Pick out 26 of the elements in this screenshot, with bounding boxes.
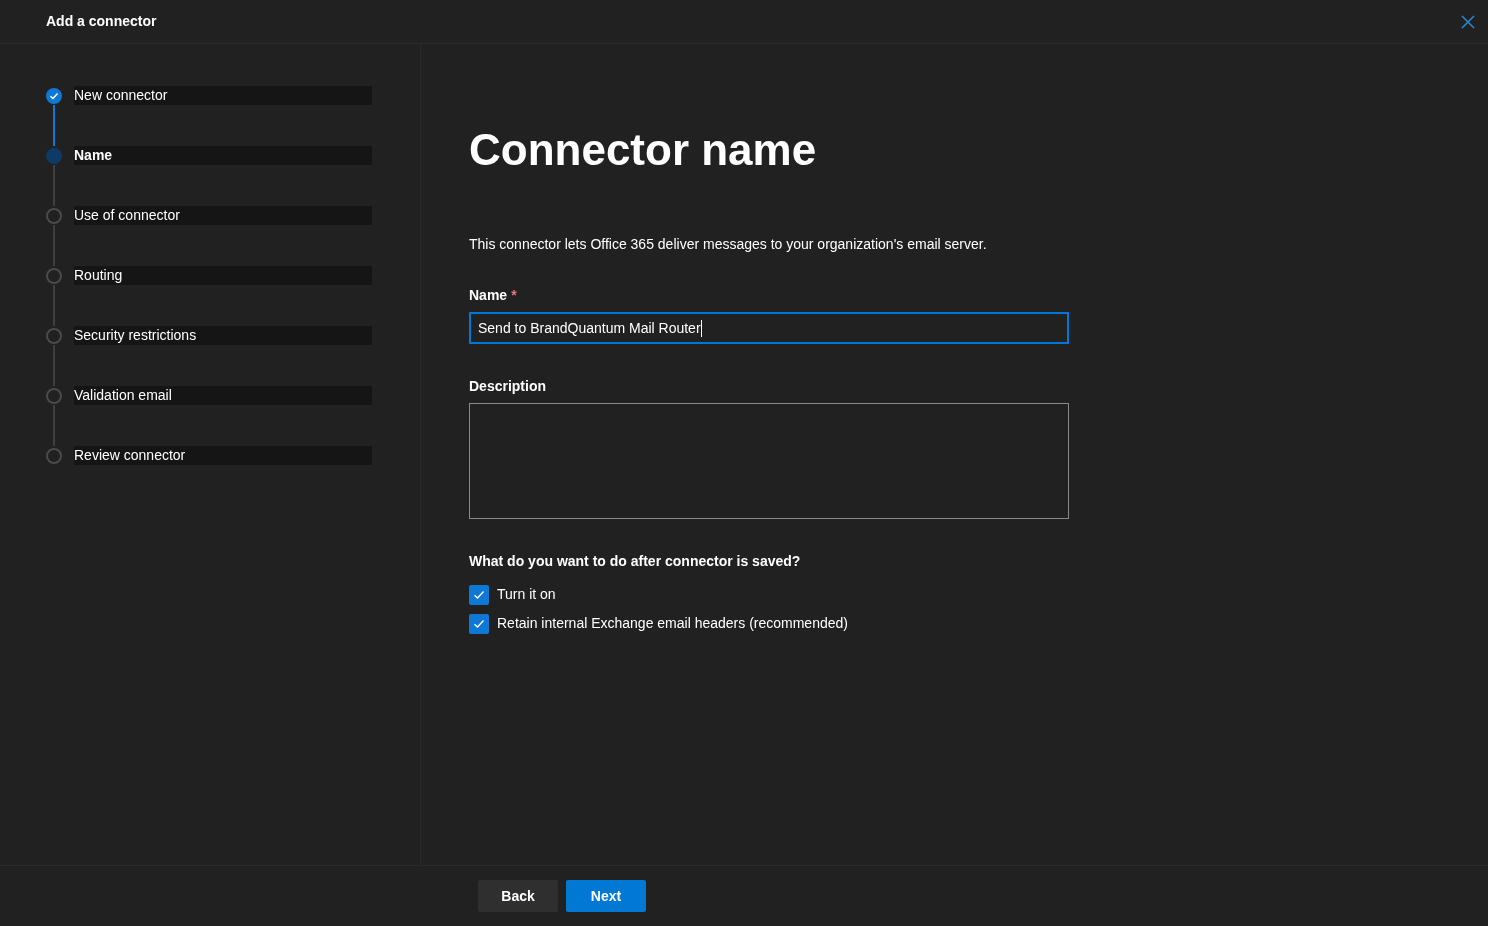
back-button[interactable]: Back <box>478 880 558 912</box>
name-input-field[interactable]: Send to BrandQuantum Mail Router <box>469 312 1069 344</box>
step-label[interactable]: Security restrictions <box>74 326 372 345</box>
field-label: Name <box>469 286 508 305</box>
close-button[interactable] <box>1460 13 1476 30</box>
checkmark-icon <box>473 588 485 601</box>
step-label[interactable]: Routing <box>74 266 372 285</box>
step-label[interactable]: New connector <box>74 86 372 105</box>
page-heading: Connector name <box>469 124 818 176</box>
step-label[interactable]: Validation email <box>74 386 372 405</box>
step-label[interactable]: Review connector <box>74 446 372 465</box>
description-input-field[interactable] <box>469 403 1069 519</box>
next-button[interactable]: Next <box>566 880 646 912</box>
step-label[interactable]: Use of connector <box>74 206 372 225</box>
checkbox[interactable] <box>469 584 489 605</box>
required-asterisk: * <box>511 286 517 305</box>
close-icon <box>1461 14 1475 29</box>
options-heading: What do you want to do after connector is saved? <box>469 552 802 571</box>
checkmark-icon <box>473 617 485 630</box>
field-label: Description <box>469 377 547 396</box>
intro-text: This connector lets Office 365 deliver messages to your organization's email server. <box>469 235 988 254</box>
step-label[interactable]: Name <box>74 146 372 165</box>
checkbox[interactable] <box>469 613 489 634</box>
window-title: Add a connector <box>46 12 157 31</box>
checkbox-label: Retain internal Exchange email headers (recommended) <box>497 614 848 633</box>
checkbox-label: Turn it on <box>497 585 556 604</box>
